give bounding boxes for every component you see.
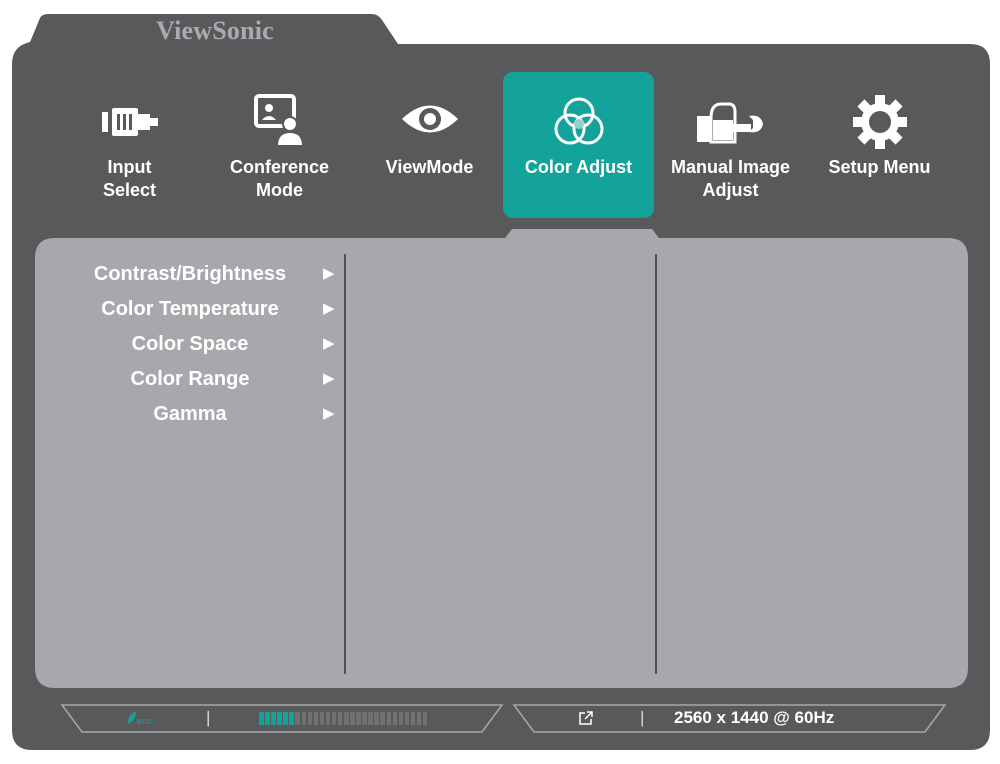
brand-logo: ViewSonic <box>156 16 274 45</box>
power-segment-empty <box>368 712 373 725</box>
tab-label: Conference Mode <box>229 157 330 200</box>
menu-item-label: Contrast/Brightness <box>93 263 287 285</box>
power-segment-empty <box>356 712 361 725</box>
arrow-right-icon: ▶ <box>323 300 335 317</box>
menu-item-color-temperature[interactable]: Color Temperature ▶ <box>35 293 345 328</box>
power-segment-empty <box>362 712 367 725</box>
status-separator: | <box>640 708 645 727</box>
tab-label: Setup Menu <box>828 157 931 177</box>
tab-input-select[interactable]: Input Select <box>54 72 205 218</box>
menu-item-contrast-brightness[interactable]: Contrast/Brightness ▶ <box>35 258 345 293</box>
gear-icon <box>804 94 955 150</box>
tab-label: ViewMode <box>385 157 474 177</box>
arrow-right-icon: ▶ <box>323 405 335 422</box>
menu-item-label: Color Space <box>131 333 249 355</box>
tab-label: Manual Image Adjust <box>670 157 791 200</box>
power-segment-empty <box>325 712 331 725</box>
tab-manual-image-adjust[interactable]: Manual Image Adjust <box>655 72 806 218</box>
column-divider <box>655 254 657 674</box>
eco-label: eco <box>137 716 152 726</box>
menu-item-label: Color Range <box>130 368 250 390</box>
power-segment-filled <box>271 712 276 725</box>
power-segment-empty <box>319 712 325 725</box>
color-circles-icon <box>503 94 654 150</box>
color-adjust-menu: Contrast/Brightness ▶ Color Temperature … <box>35 258 345 433</box>
power-segment-empty <box>301 712 307 725</box>
power-segment-empty <box>410 712 416 725</box>
arrow-right-icon: ▶ <box>323 265 335 282</box>
power-level-bar <box>259 712 429 725</box>
power-segment-empty <box>295 712 300 725</box>
power-segment-empty <box>392 712 398 725</box>
power-segment-filled <box>289 712 294 725</box>
menu-item-label: Gamma <box>153 403 227 425</box>
eye-icon <box>354 94 505 150</box>
hand-wrench-icon <box>655 94 806 150</box>
menu-item-color-space[interactable]: Color Space ▶ <box>35 328 345 363</box>
power-segment-empty <box>350 712 355 725</box>
input-select-icon <box>54 94 205 150</box>
external-link-icon <box>578 710 594 731</box>
arrow-right-icon: ▶ <box>323 370 335 387</box>
tab-setup-menu[interactable]: Setup Menu <box>804 72 955 218</box>
power-segment-empty <box>404 712 410 725</box>
arrow-right-icon: ▶ <box>323 335 335 352</box>
power-segment-empty <box>331 712 337 725</box>
tab-color-adjust[interactable]: Color Adjust <box>503 72 654 218</box>
osd-window: ViewSonic Input Select Conference Mode V… <box>0 0 1000 764</box>
power-segment-empty <box>398 712 404 725</box>
column-divider <box>344 254 346 674</box>
power-segment-empty <box>337 712 343 725</box>
power-segment-filled <box>265 712 270 725</box>
eco-icon: eco <box>126 710 156 731</box>
power-segment-empty <box>416 712 422 725</box>
tab-label: Input Select <box>102 157 157 200</box>
resolution-readout: 2560 x 1440 @ 60Hz <box>674 708 835 727</box>
power-segment-empty <box>313 712 319 725</box>
power-segment-empty <box>344 712 349 725</box>
menu-item-label: Color Temperature <box>101 298 279 320</box>
power-segment-empty <box>422 712 428 725</box>
menu-item-gamma[interactable]: Gamma ▶ <box>35 398 345 433</box>
power-segment-empty <box>307 712 313 725</box>
tab-conference-mode[interactable]: Conference Mode <box>204 72 355 218</box>
power-segment-filled <box>277 712 282 725</box>
status-separator: | <box>206 708 211 727</box>
menu-item-color-range[interactable]: Color Range ▶ <box>35 363 345 398</box>
tab-viewmode[interactable]: ViewMode <box>354 72 505 218</box>
power-segment-empty <box>374 712 379 725</box>
tab-label: Color Adjust <box>524 157 633 177</box>
power-segment-empty <box>380 712 385 725</box>
power-segment-filled <box>283 712 288 725</box>
conference-mode-icon <box>204 94 355 150</box>
power-segment-empty <box>386 712 392 725</box>
power-segment-filled <box>259 712 264 725</box>
